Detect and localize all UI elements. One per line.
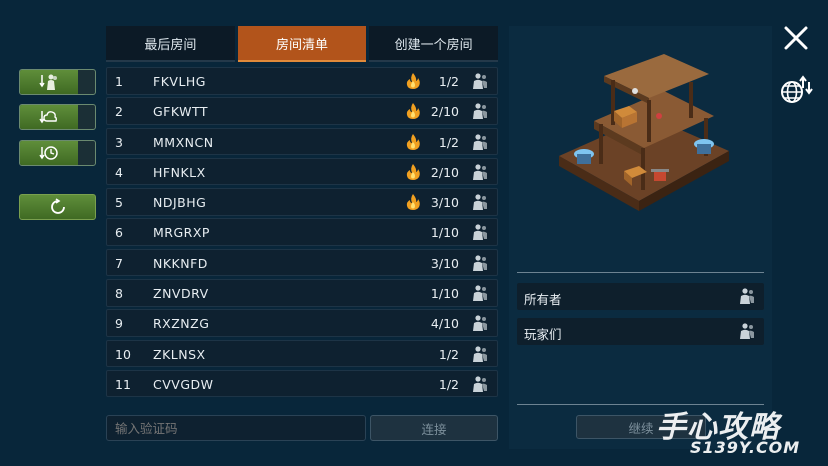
fire-icon (404, 133, 422, 151)
player-icon (740, 288, 754, 304)
room-player-count: 1/2 (438, 74, 459, 89)
room-player-count: 3/10 (430, 255, 459, 271)
room-number: 4 (115, 164, 123, 180)
room-player-count: 1/10 (430, 225, 459, 241)
room-code: FKVLHG (153, 74, 206, 89)
room-player-count: 2/10 (430, 104, 459, 120)
verification-code-input[interactable] (106, 415, 366, 441)
room-row[interactable]: 1 FKVLHG 1/2 (106, 67, 498, 95)
room-tabs: 最后房间 房间清单 创建一个房间 (106, 26, 499, 62)
fire-icon (404, 72, 422, 90)
room-player-count: 3/10 (430, 195, 459, 211)
connect-button[interactable]: 连接 (370, 415, 498, 441)
sort-by-time-button[interactable] (19, 140, 96, 166)
room-code: NKKNFD (153, 255, 208, 271)
close-icon[interactable] (783, 25, 809, 51)
player-icon (471, 284, 489, 302)
room-player-count: 1/2 (438, 346, 459, 362)
room-player-count: 4/10 (430, 316, 459, 332)
room-row[interactable]: 5 NDJBHG 3/10 (106, 188, 498, 216)
player-icon (471, 102, 489, 120)
player-icon (471, 254, 489, 272)
refresh-icon (50, 198, 65, 214)
room-code: MMXNCN (153, 134, 214, 150)
room-number: 5 (115, 195, 123, 211)
room-number: 2 (115, 104, 123, 120)
room-row[interactable]: 9 RXZNZG 4/10 (106, 309, 498, 337)
room-code: RXZNZG (153, 316, 210, 332)
room-number: 10 (115, 346, 131, 362)
owner-row: 所有者 (517, 283, 764, 310)
watermark-url: S139Y.COM (690, 438, 801, 457)
details-divider-top (517, 272, 764, 273)
room-row[interactable]: 2 GFKWTT 2/10 (106, 97, 498, 125)
room-code: ZNVDRV (153, 286, 209, 302)
room-number: 7 (115, 255, 123, 271)
clock-sort-icon (39, 146, 58, 160)
player-icon (471, 163, 489, 181)
room-player-count: 1/2 (438, 134, 459, 150)
room-list: 1 FKVLHG 1/2 2 GFKWTT 2/10 3 MMXNCN 1/2 4 HFNKLX 2/… (106, 67, 498, 400)
room-code: MRGRXP (153, 225, 210, 241)
fire-icon (404, 163, 422, 181)
room-row[interactable]: 7 NKKNFD 3/10 (106, 248, 498, 277)
room-number: 9 (115, 316, 123, 332)
players-row: 玩家们 (517, 318, 764, 345)
room-number: 6 (115, 225, 123, 241)
player-icon (471, 72, 489, 90)
player-icon (471, 314, 489, 332)
player-icon (471, 223, 489, 241)
owner-label: 所有者 (524, 292, 562, 307)
room-number: 11 (115, 376, 131, 392)
player-icon (471, 133, 489, 151)
site-watermark: 手心攻略 S139Y.COM (656, 402, 824, 464)
player-icon (471, 193, 489, 211)
room-code: GFKWTT (153, 104, 209, 120)
room-code: HFNKLX (153, 164, 206, 180)
room-code: CVVGDW (153, 376, 214, 392)
room-code: NDJBHG (153, 195, 207, 211)
room-row[interactable]: 6 MRGRXP 1/10 (106, 218, 498, 246)
raft-preview-image (559, 54, 729, 211)
player-icon (740, 323, 754, 339)
room-row[interactable]: 3 MMXNCN 1/2 (106, 127, 498, 156)
room-row[interactable]: 10 ZKLNSX 1/2 (106, 339, 498, 368)
fire-icon (404, 193, 422, 211)
tab-create-room[interactable]: 创建一个房间 (369, 26, 499, 62)
room-details-panel: 所有者 玩家们 继续 (509, 26, 772, 449)
room-player-count: 1/10 (430, 286, 459, 302)
room-player-count: 2/10 (430, 164, 459, 180)
room-row[interactable]: 4 HFNKLX 2/10 (106, 157, 498, 186)
player-icon (471, 375, 489, 393)
tab-room-list[interactable]: 房间清单 (237, 26, 367, 62)
fire-icon (404, 102, 422, 120)
sort-by-cloud-button[interactable] (19, 104, 96, 130)
room-number: 1 (115, 74, 123, 89)
players-label: 玩家们 (524, 327, 562, 342)
network-globe-icon[interactable] (779, 74, 813, 106)
tab-recent-rooms[interactable]: 最后房间 (106, 26, 235, 62)
cloud-sort-icon (39, 111, 58, 124)
room-number: 8 (115, 286, 123, 302)
room-number: 3 (115, 134, 123, 150)
room-row[interactable]: 8 ZNVDRV 1/10 (106, 279, 498, 307)
sort-by-players-button[interactable] (19, 69, 96, 95)
player-icon (471, 345, 489, 363)
refresh-button[interactable] (19, 194, 96, 220)
players-sort-icon (39, 74, 57, 90)
room-row[interactable]: 11 CVVGDW 1/2 (106, 369, 498, 398)
room-player-count: 1/2 (438, 376, 459, 392)
room-code: ZKLNSX (153, 346, 206, 362)
